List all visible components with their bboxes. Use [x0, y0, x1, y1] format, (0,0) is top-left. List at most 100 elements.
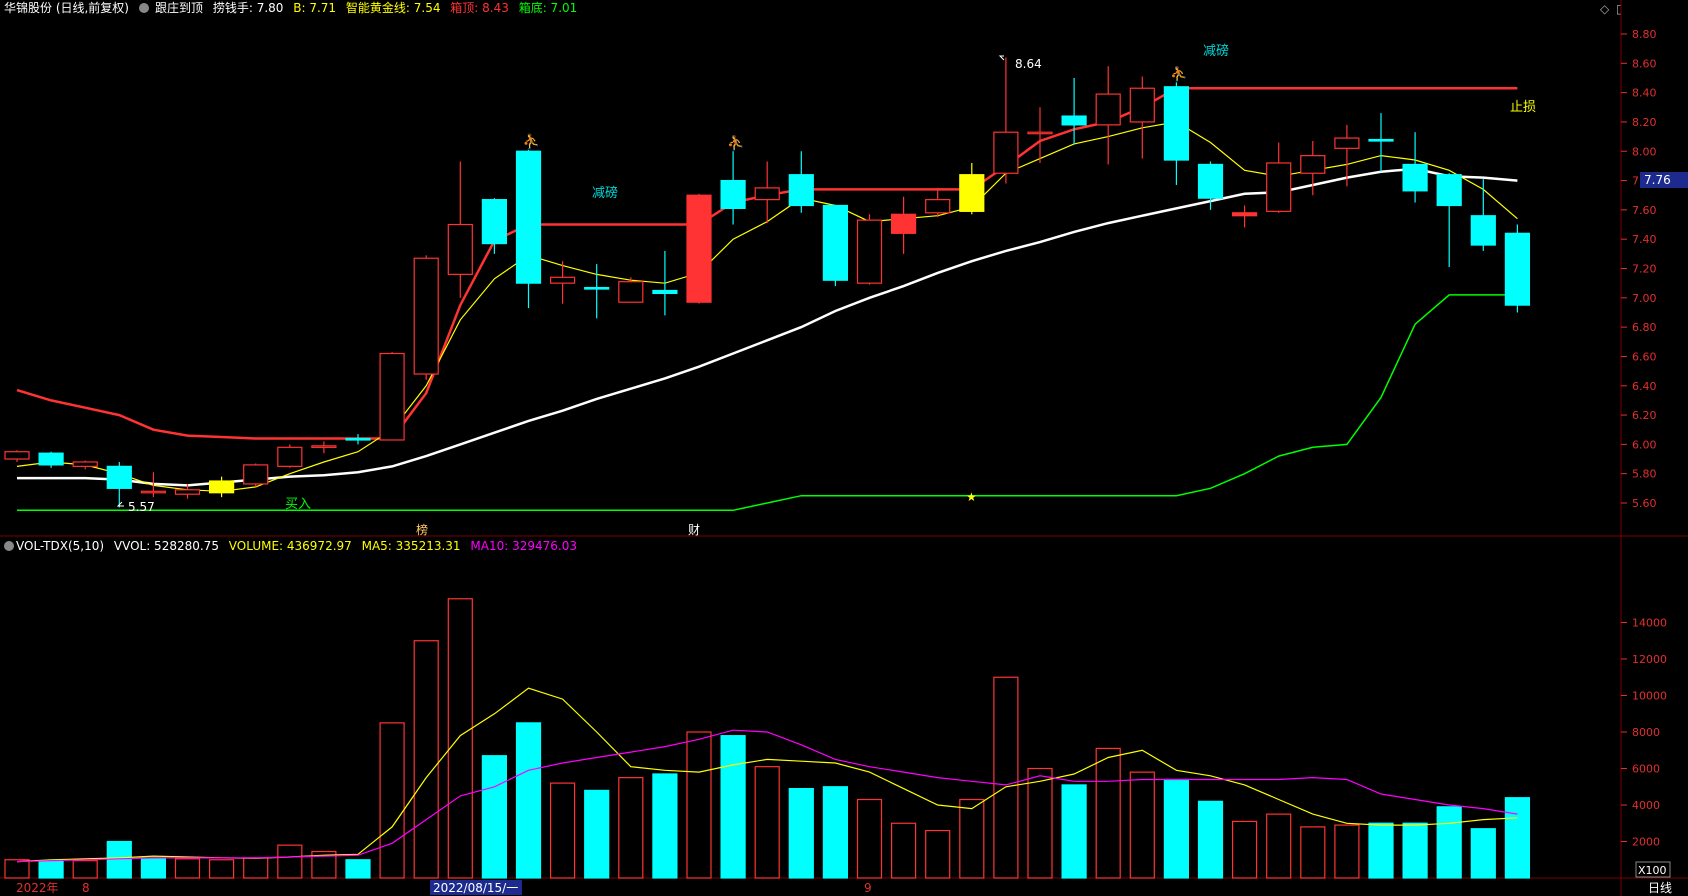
volume-bar [277, 844, 303, 879]
candle [38, 451, 64, 468]
buy-label: 买入 [285, 497, 311, 512]
candle-body [413, 257, 439, 375]
volume-bar [959, 798, 985, 879]
candle-body [106, 465, 132, 489]
runner-icon: ⛹ [523, 132, 540, 150]
candle [1163, 82, 1190, 185]
price-axis-label: 6.80 [1632, 321, 1657, 334]
candle [4, 450, 30, 462]
candle [993, 57, 1019, 184]
candle-body [856, 219, 883, 284]
scale-label: X100 [1638, 864, 1667, 877]
candle [652, 250, 678, 316]
candle-body [925, 199, 951, 214]
volume-bar [174, 858, 201, 879]
year-label: 2022年 [16, 881, 59, 895]
selected-date: 2022/08/15/一 [433, 881, 518, 895]
price-axis-label: 6.20 [1632, 409, 1657, 422]
volume-bar [584, 789, 610, 879]
high-label: 8.64 [1015, 57, 1042, 71]
volume-bar [1334, 824, 1360, 879]
candle-body [277, 446, 303, 467]
volume-bar [822, 786, 849, 879]
candle [1061, 77, 1087, 144]
volume-ma10-line [16, 729, 1518, 863]
month-9-label: 9 [864, 881, 872, 895]
volume-bar [618, 777, 644, 879]
price-axis-label: 7.20 [1632, 263, 1657, 276]
candle [1470, 179, 1496, 251]
candle-body [38, 452, 64, 466]
volume-axis-label: 4000 [1632, 799, 1660, 812]
candle-body [549, 276, 576, 284]
volume-axis-label: 8000 [1632, 726, 1660, 739]
volume-axis-label: 12000 [1632, 653, 1667, 666]
candle [1266, 142, 1292, 213]
candle-body [1163, 86, 1190, 161]
candle-body [1300, 155, 1326, 174]
candle-body [652, 289, 678, 295]
volume-bar [209, 859, 235, 879]
price-axis-label: 6.40 [1632, 380, 1657, 393]
volume-axis-label: 10000 [1632, 690, 1667, 703]
candle [686, 193, 712, 304]
candle-body [1027, 131, 1053, 135]
candle-body [584, 286, 610, 290]
candle [72, 460, 98, 470]
volume-bar [1436, 806, 1462, 879]
candle-body [1470, 215, 1496, 246]
price-axis-label: 8.20 [1632, 116, 1657, 129]
volume-axis-label: 14000 [1632, 617, 1667, 630]
candle [856, 214, 883, 285]
price-axis-label: 6.00 [1632, 438, 1657, 451]
volume-bar [652, 773, 678, 879]
price-axis-label: 5.60 [1632, 497, 1657, 510]
price-axis-label: 8.80 [1632, 28, 1657, 41]
current-price-tag: 7.76 [1640, 172, 1688, 188]
volume-bar [481, 755, 507, 879]
candle-body [1504, 232, 1531, 306]
candle [959, 162, 985, 215]
candle-body [481, 199, 507, 245]
kline-chart[interactable]: 8.808.608.408.208.007.807.607.407.207.00… [0, 0, 1688, 896]
candle-body [4, 451, 30, 460]
candle-body [515, 150, 542, 284]
candle [1231, 205, 1258, 228]
candle-body [243, 464, 269, 485]
candle-body [1129, 87, 1155, 123]
price-axis-label: 8.40 [1632, 87, 1657, 100]
price-axis-label: 8.00 [1632, 145, 1657, 158]
candle-body [788, 174, 814, 207]
volume-bar [1061, 784, 1087, 879]
volume-ma5-line [16, 687, 1518, 863]
volume-bar [1231, 820, 1258, 879]
stop-loss-label: 止损 [1510, 100, 1536, 115]
volume-bar [1300, 826, 1326, 879]
volume-bar [243, 857, 269, 879]
cai-marker: 财 [688, 523, 700, 537]
volume-bar [993, 676, 1019, 879]
volume-bar [106, 840, 132, 879]
volume-bar [1368, 822, 1394, 879]
candle [481, 198, 507, 254]
star-marker: ★ [966, 490, 977, 504]
price-axis-label: 8.60 [1632, 57, 1657, 70]
candle [1095, 66, 1121, 165]
period-label[interactable]: 日线 [1648, 881, 1672, 895]
candle-body [174, 489, 201, 495]
volume-bar [686, 731, 712, 879]
candle-body [1402, 163, 1428, 192]
volume-bar [754, 766, 780, 879]
price-axis-label: 7.40 [1632, 233, 1657, 246]
price-axis-label: 5.80 [1632, 468, 1657, 481]
volume-bar [4, 859, 30, 879]
candle [277, 444, 303, 468]
red-resistance-line [16, 86, 1518, 440]
volume-bar [1266, 813, 1292, 879]
candle [311, 441, 337, 454]
candle-body [618, 281, 644, 303]
candle [1402, 132, 1428, 203]
candle [447, 161, 473, 298]
candle [243, 463, 269, 487]
candle-body [447, 223, 473, 275]
